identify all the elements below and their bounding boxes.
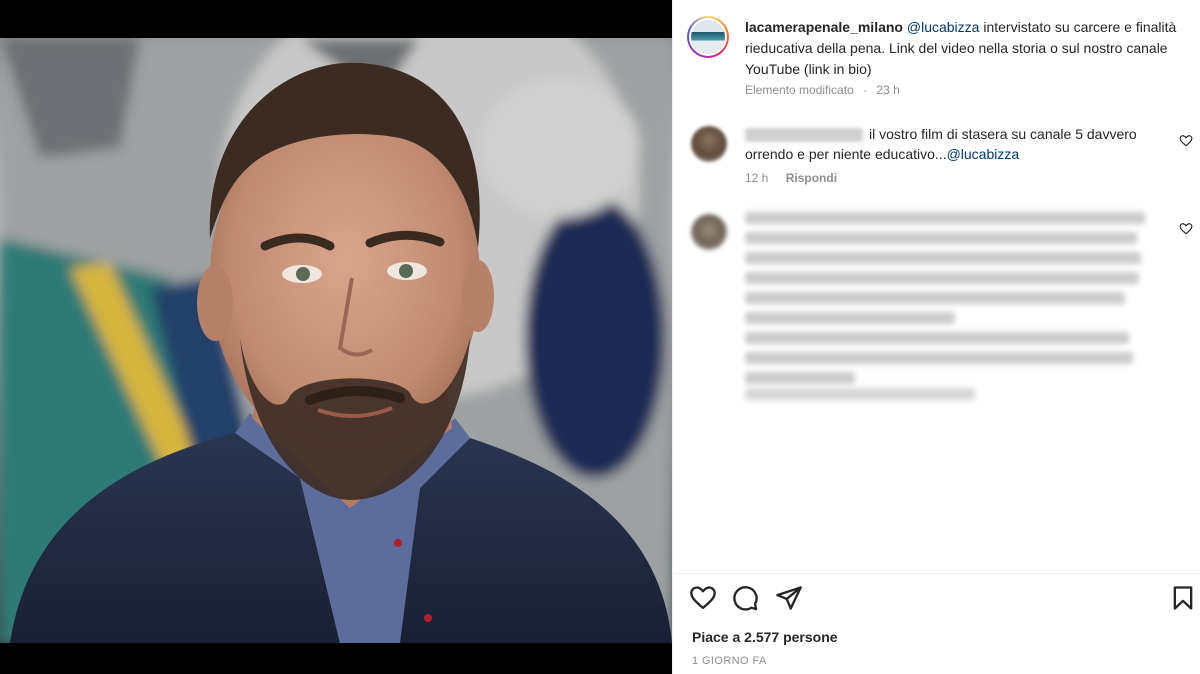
commenter-avatar[interactable]: [691, 214, 727, 250]
edited-label: Elemento modificato: [745, 83, 854, 97]
post-caption: lacamerapenale_milano @lucabizza intervi…: [745, 17, 1193, 80]
portrait-illustration: [0, 38, 672, 643]
author-avatar[interactable]: [687, 16, 729, 58]
post-actions: [689, 584, 1193, 614]
author-username[interactable]: lacamerapenale_milano: [745, 19, 903, 35]
comment-heart-icon[interactable]: [1179, 222, 1193, 236]
heart-icon[interactable]: [689, 584, 717, 612]
post-detail-panel: lacamerapenale_milano @lucabizza intervi…: [672, 0, 1200, 674]
comment: il vostro film di stasera su canale 5 da…: [745, 124, 1175, 164]
meta-separator: ·: [863, 83, 868, 97]
caption-time[interactable]: 23 h: [876, 83, 899, 97]
bookmark-icon[interactable]: [1169, 584, 1197, 612]
comment-bubble-icon[interactable]: [731, 584, 759, 612]
comment-meta: 12 h Rispondi: [745, 171, 837, 185]
caption-meta: Elemento modificato · 23 h: [745, 83, 900, 97]
redacted-username: [745, 128, 863, 143]
post-timestamp[interactable]: 1 GIORNO FA: [692, 655, 767, 667]
reply-button[interactable]: Rispondi: [786, 171, 837, 185]
comment-time[interactable]: 12 h: [745, 171, 768, 185]
redacted-comment: [745, 212, 1165, 392]
commenter-avatar[interactable]: [691, 126, 727, 162]
comment-heart-icon[interactable]: [1179, 134, 1193, 148]
likes-count[interactable]: Piace a 2.577 persone: [692, 629, 838, 645]
divider: [673, 573, 1200, 574]
post-photo[interactable]: [0, 38, 672, 643]
paper-plane-icon[interactable]: [775, 584, 803, 612]
caption-mention-link[interactable]: @lucabizza: [907, 19, 980, 35]
post-photo-panel: [0, 0, 672, 674]
redacted-comment-meta: [745, 388, 975, 400]
comment-mention-link[interactable]: @lucabizza: [947, 146, 1020, 162]
